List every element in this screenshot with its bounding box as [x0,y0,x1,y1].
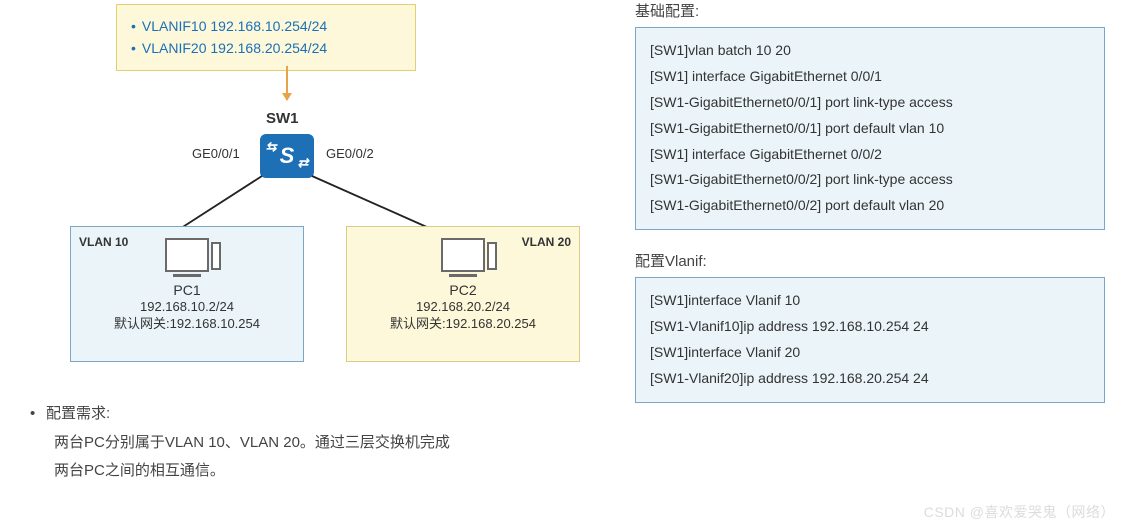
vlanif-info-box: •VLANIF10 192.168.10.254/24 •VLANIF20 19… [116,4,416,71]
topology-panel: •VLANIF10 192.168.10.254/24 •VLANIF20 19… [0,0,600,526]
cfg-line: [SW1] interface GigabitEthernet 0/0/2 [650,142,1090,168]
cfg-line: [SW1] interface GigabitEthernet 0/0/1 [650,64,1090,90]
port-left-label: GE0/0/1 [192,146,240,161]
pc2-vlan-label: VLAN 20 [522,235,571,249]
cfg-line: [SW1]vlan batch 10 20 [650,38,1090,64]
pc2-ip: 192.168.20.2/24 [347,299,579,316]
cfg-line: [SW1]interface Vlanif 20 [650,340,1090,366]
watermark: CSDN @喜欢爱哭鬼（网络） [924,502,1115,522]
pc2-name: PC2 [347,281,579,299]
requirement-block: •配置需求: 两台PC分别属于VLAN 10、VLAN 20。通过三层交换机完成… [30,400,590,486]
diagram-container: •VLANIF10 192.168.10.254/24 •VLANIF20 19… [0,0,1123,526]
pc1-ip: 192.168.10.2/24 [71,299,303,316]
vlanif-config-box: [SW1]interface Vlanif 10 [SW1-Vlanif10]i… [635,277,1105,403]
vlanif-line2: •VLANIF20 192.168.20.254/24 [131,37,401,59]
arrow-down-icon [286,66,288,100]
basic-config-box: [SW1]vlan batch 10 20 [SW1] interface Gi… [635,27,1105,230]
cfg-line: [SW1-GigabitEthernet0/0/2] port default … [650,193,1090,219]
port-right-label: GE0/0/2 [326,146,374,161]
cfg-line: [SW1-GigabitEthernet0/0/2] port link-typ… [650,167,1090,193]
pc-icon [165,238,209,272]
pc1-gateway: 默认网关:192.168.10.254 [71,316,303,333]
switch-icon: ⇆S⇄ [260,134,314,178]
pc-icon [441,238,485,272]
switch-label: SW1 [266,110,299,127]
pc1-name: PC1 [71,281,303,299]
requirement-line1: 两台PC分别属于VLAN 10、VLAN 20。通过三层交换机完成 [30,429,590,458]
pc1-vlan-label: VLAN 10 [79,235,128,249]
requirement-title: 配置需求: [46,405,110,422]
cfg-line: [SW1-Vlanif10]ip address 192.168.10.254 … [650,314,1090,340]
basic-config-title: 基础配置: [635,0,1120,21]
config-panel: 基础配置: [SW1]vlan batch 10 20 [SW1] interf… [635,0,1120,526]
cfg-line: [SW1-GigabitEthernet0/0/1] port link-typ… [650,90,1090,116]
cfg-line: [SW1]interface Vlanif 10 [650,288,1090,314]
pc1-box: VLAN 10 PC1 192.168.10.2/24 默认网关:192.168… [70,226,304,362]
cfg-line: [SW1-GigabitEthernet0/0/1] port default … [650,116,1090,142]
vlanif-line1: •VLANIF10 192.168.10.254/24 [131,15,401,37]
cfg-line: [SW1-Vlanif20]ip address 192.168.20.254 … [650,366,1090,392]
pc2-gateway: 默认网关:192.168.20.254 [347,316,579,333]
vlanif-config-title: 配置Vlanif: [635,250,1120,271]
requirement-line2: 两台PC之间的相互通信。 [30,457,590,486]
pc2-box: VLAN 20 PC2 192.168.20.2/24 默认网关:192.168… [346,226,580,362]
